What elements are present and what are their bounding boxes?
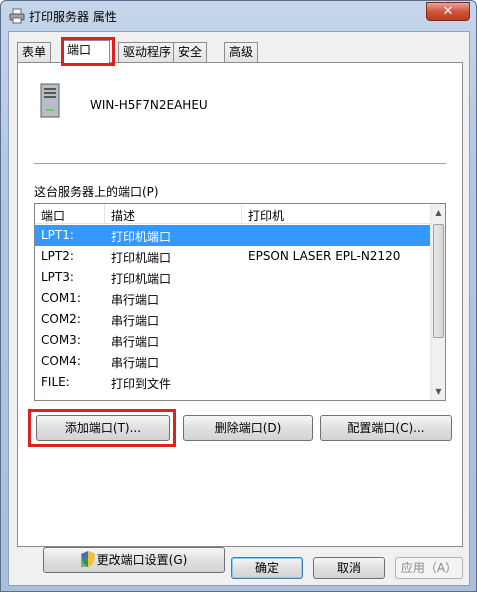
apply-button[interactable]: 应用（A） (395, 557, 463, 579)
dialog-client: 表单 端口 驱动程序 安全 高级 WIN-H5F7N2EAHEU 这台服务器上的… (8, 31, 470, 586)
window-title: 打印服务器 属性 (29, 10, 117, 24)
ports-list[interactable]: 端口 描述 打印机 LPT1: 打印机端口 LPT2: 打印机端口 EPSON … (34, 203, 446, 401)
divider (34, 163, 446, 164)
list-header: 端口 描述 打印机 (35, 204, 431, 224)
configure-port-button[interactable]: 配置端口(C)... (320, 415, 452, 441)
tab-drivers[interactable]: 驱动程序 (118, 42, 177, 62)
shield-icon (80, 551, 95, 567)
tab-advanced[interactable]: 高级 (224, 42, 259, 62)
port-cell: LPT2: (41, 249, 74, 263)
cancel-button[interactable]: 取消 (313, 557, 385, 579)
description-cell: 打印到文件 (111, 377, 172, 391)
port-cell: FILE: (41, 375, 70, 389)
title-bar[interactable]: 打印服务器 属性 ✕ (1, 1, 476, 31)
scroll-down-arrow-icon[interactable]: ▼ (431, 383, 445, 400)
ports-panel: WIN-H5F7N2EAHEU 这台服务器上的端口(P) 端口 描述 打印机 L… (17, 62, 463, 573)
column-header-description[interactable]: 描述 (111, 207, 135, 224)
properties-window: 打印服务器 属性 ✕ 表单 端口 驱动程序 安全 高级 WIN-H5F7N2EA… (0, 0, 477, 592)
ports-list-label: 这台服务器上的端口(P) (34, 185, 159, 199)
list-item[interactable]: FILE: 打印到文件 (35, 372, 431, 393)
close-button[interactable]: ✕ (426, 2, 470, 21)
column-header-printer[interactable]: 打印机 (248, 207, 284, 224)
description-cell: 串行端口 (111, 314, 160, 328)
scroll-up-arrow-icon[interactable]: ▲ (431, 204, 445, 221)
tab-ports[interactable]: 端口 (62, 40, 110, 63)
scroll-thumb[interactable] (433, 224, 444, 338)
port-cell: COM1: (41, 291, 81, 305)
tab-forms[interactable]: 表单 (17, 42, 52, 62)
description-cell: 打印机端口 (111, 251, 172, 265)
printer-icon (9, 8, 25, 24)
port-cell: LPT1: (41, 228, 74, 242)
description-cell: 串行端口 (111, 356, 160, 370)
add-port-button[interactable]: 添加端口(T)... (36, 415, 170, 441)
change-port-settings-button[interactable]: 更改端口设置(G) (43, 547, 225, 573)
list-item[interactable]: COM3: 串行端口 (35, 330, 431, 351)
column-separator[interactable] (104, 204, 105, 224)
vertical-scrollbar[interactable]: ▲ ▼ (430, 204, 445, 400)
list-item[interactable]: COM2: 串行端口 (35, 309, 431, 330)
printer-cell: EPSON LASER EPL-N2120 (248, 249, 401, 263)
port-cell: COM2: (41, 312, 81, 326)
description-cell: 串行端口 (111, 293, 160, 307)
port-cell: COM4: (41, 354, 81, 368)
port-cell: COM3: (41, 333, 81, 347)
server-name: WIN-H5F7N2EAHEU (90, 98, 208, 112)
column-separator[interactable] (241, 204, 242, 224)
description-cell: 串行端口 (111, 335, 160, 349)
ok-button[interactable]: 确定 (231, 557, 303, 579)
list-item[interactable]: COM1: 串行端口 (35, 288, 431, 309)
server-icon (40, 83, 60, 118)
list-item[interactable]: LPT1: 打印机端口 (35, 225, 431, 246)
tab-security[interactable]: 安全 (173, 42, 208, 62)
description-cell: 打印机端口 (111, 230, 172, 244)
delete-port-button[interactable]: 删除端口(D) (183, 415, 313, 441)
change-port-settings-label: 更改端口设置(G) (96, 553, 188, 567)
list-item[interactable]: LPT2: 打印机端口 EPSON LASER EPL-N2120 (35, 246, 431, 267)
list-item[interactable]: COM4: 串行端口 (35, 351, 431, 372)
column-header-port[interactable]: 端口 (41, 207, 65, 224)
port-cell: LPT3: (41, 270, 74, 284)
list-item[interactable]: LPT3: 打印机端口 (35, 267, 431, 288)
description-cell: 打印机端口 (111, 272, 172, 286)
